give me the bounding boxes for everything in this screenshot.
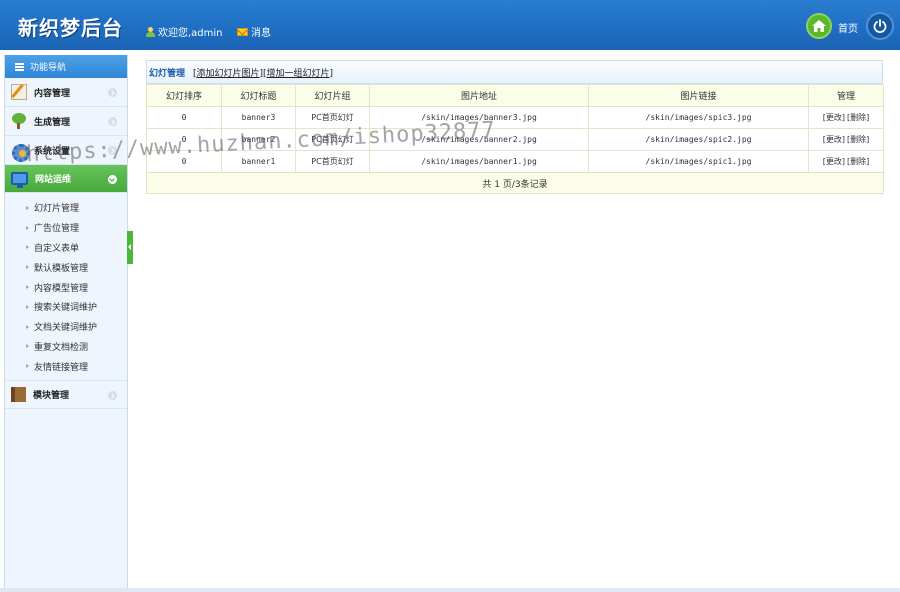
submenu: 幻灯片管理 广告位管理 自定义表单 默认模板管理 内容模型管理 搜索关键词维护 … — [5, 193, 127, 380]
sidebar-header: 功能导航 — [5, 55, 127, 78]
add-slide-link[interactable]: [添加幻灯片图片] — [193, 66, 263, 79]
cell-link: /skin/images/spic1.jpg — [588, 150, 809, 173]
nav-label: 内容管理 — [34, 88, 71, 99]
delete-link[interactable]: [删除] — [847, 157, 869, 166]
sidebar-item-doc-keywords[interactable]: 文档关键词维护 — [5, 317, 127, 337]
sidebar-collapse-toggle[interactable] — [127, 231, 133, 264]
slides-table: 幻灯排序 幻灯标题 幻灯片组 图片地址 图片链接 管理 0 banner3 PC… — [146, 84, 884, 194]
sidebar-item-custom-form[interactable]: 自定义表单 — [5, 238, 127, 258]
edit-link[interactable]: [更改] — [823, 113, 845, 122]
messages-label: 消息 — [251, 28, 271, 39]
cell-image: /skin/images/banner3.jpg — [369, 106, 589, 129]
delete-link[interactable]: [删除] — [847, 113, 869, 122]
top-header: 新织梦后台 欢迎您,admin 消息 首页 — [0, 0, 900, 50]
edit-link[interactable]: [更改] — [823, 157, 845, 166]
nav-generate-management[interactable]: 生成管理 — [5, 107, 127, 136]
home-button[interactable] — [806, 13, 832, 39]
cell-group: PC首页幻灯 — [295, 150, 370, 173]
chevron-down-icon — [108, 175, 117, 184]
column-header: 图片地址 — [369, 84, 589, 107]
book-icon — [11, 387, 26, 403]
nav-system-settings[interactable]: 系统设置 — [5, 136, 127, 165]
logout-button[interactable] — [866, 12, 894, 40]
cell-order: 0 — [146, 106, 222, 129]
table-row: 0 banner3 PC首页幻灯 /skin/images/banner3.jp… — [146, 106, 884, 129]
cell-title: banner2 — [221, 128, 296, 151]
add-slide-group-link[interactable]: [增加一组幻灯片] — [263, 66, 333, 79]
nav-content-management[interactable]: 内容管理 — [5, 78, 127, 107]
table-row: 0 banner1 PC首页幻灯 /skin/images/banner1.jp… — [146, 150, 884, 173]
cell-order: 0 — [146, 128, 222, 151]
sidebar-item-search-keywords[interactable]: 搜索关键词维护 — [5, 297, 127, 317]
nav-label: 生成管理 — [34, 117, 71, 128]
sidebar-item-slides[interactable]: 幻灯片管理 — [5, 198, 127, 218]
delete-link[interactable]: [删除] — [847, 135, 869, 144]
cell-image: /skin/images/banner1.jpg — [369, 150, 589, 173]
nav-site-operations[interactable]: 网站运维 — [5, 165, 127, 193]
nav-label: 模块管理 — [33, 391, 70, 402]
pagination-row: 共 1 页/3条记录 — [146, 172, 884, 194]
sidebar: 功能导航 内容管理 生成管理 系统设置 网站运维 幻灯片管理 广告位管理 自定义… — [4, 55, 128, 588]
chevron-right-icon — [108, 146, 117, 155]
main-panel: 幻灯管理 [添加幻灯片图片] [增加一组幻灯片] 幻灯排序 幻灯标题 幻灯片组 … — [146, 60, 884, 194]
home-icon — [812, 20, 826, 32]
nav-label: 网站运维 — [35, 175, 72, 185]
sidebar-item-ads[interactable]: 广告位管理 — [5, 218, 127, 238]
welcome-text: 欢迎您,admin — [158, 28, 223, 39]
sidebar-item-content-model[interactable]: 内容模型管理 — [5, 277, 127, 297]
cell-order: 0 — [146, 150, 222, 173]
page-title: 幻灯管理 — [149, 68, 186, 79]
cell-link: /skin/images/spic3.jpg — [588, 106, 809, 129]
sidebar-item-friend-links[interactable]: 友情链接管理 — [5, 356, 127, 376]
bottom-divider — [0, 588, 900, 592]
column-header: 图片链接 — [588, 84, 809, 107]
cell-group: PC首页幻灯 — [295, 128, 370, 151]
edit-link[interactable]: [更改] — [823, 135, 845, 144]
pagination-text: 共 1 页/3条记录 — [146, 172, 884, 194]
chevron-right-icon — [108, 117, 117, 126]
chevron-right-icon — [108, 391, 117, 401]
cell-title: banner1 — [221, 150, 296, 173]
messages-link[interactable]: 消息 — [237, 24, 271, 39]
user-icon — [146, 26, 155, 37]
sidebar-item-duplicate-check[interactable]: 重复文档检测 — [5, 337, 127, 357]
cell-link: /skin/images/spic2.jpg — [588, 128, 809, 151]
site-logo: 新织梦后台 — [18, 16, 123, 40]
cell-title: banner3 — [221, 106, 296, 129]
cell-actions: [更改] [删除] — [808, 106, 884, 129]
sidebar-item-templates[interactable]: 默认模板管理 — [5, 257, 127, 277]
cell-actions: [更改] [删除] — [808, 128, 884, 151]
nav-module-management[interactable]: 模块管理 — [5, 380, 127, 410]
tree-icon — [11, 113, 27, 129]
cell-actions: [更改] [删除] — [808, 150, 884, 173]
table-row: 0 banner2 PC首页幻灯 /skin/images/banner2.jp… — [146, 128, 884, 151]
sidebar-title: 功能导航 — [30, 63, 67, 73]
column-header: 管理 — [808, 84, 884, 107]
panel-toolbar: 幻灯管理 [添加幻灯片图片] [增加一组幻灯片] — [146, 60, 883, 84]
edit-icon — [11, 84, 27, 100]
list-icon — [15, 62, 24, 71]
chevron-right-icon — [108, 88, 117, 97]
home-label[interactable]: 首页 — [838, 20, 858, 35]
column-header: 幻灯标题 — [221, 84, 296, 107]
cell-image: /skin/images/banner2.jpg — [369, 128, 589, 151]
monitor-icon — [11, 172, 28, 188]
mail-icon — [237, 27, 248, 36]
gear-icon — [11, 142, 30, 162]
cell-group: PC首页幻灯 — [295, 106, 370, 129]
column-header: 幻灯片组 — [295, 84, 370, 107]
welcome-user: 欢迎您,admin — [146, 24, 223, 39]
power-icon — [873, 19, 887, 33]
table-header-row: 幻灯排序 幻灯标题 幻灯片组 图片地址 图片链接 管理 — [146, 84, 884, 107]
nav-label: 系统设置 — [34, 146, 71, 157]
column-header: 幻灯排序 — [146, 84, 222, 107]
